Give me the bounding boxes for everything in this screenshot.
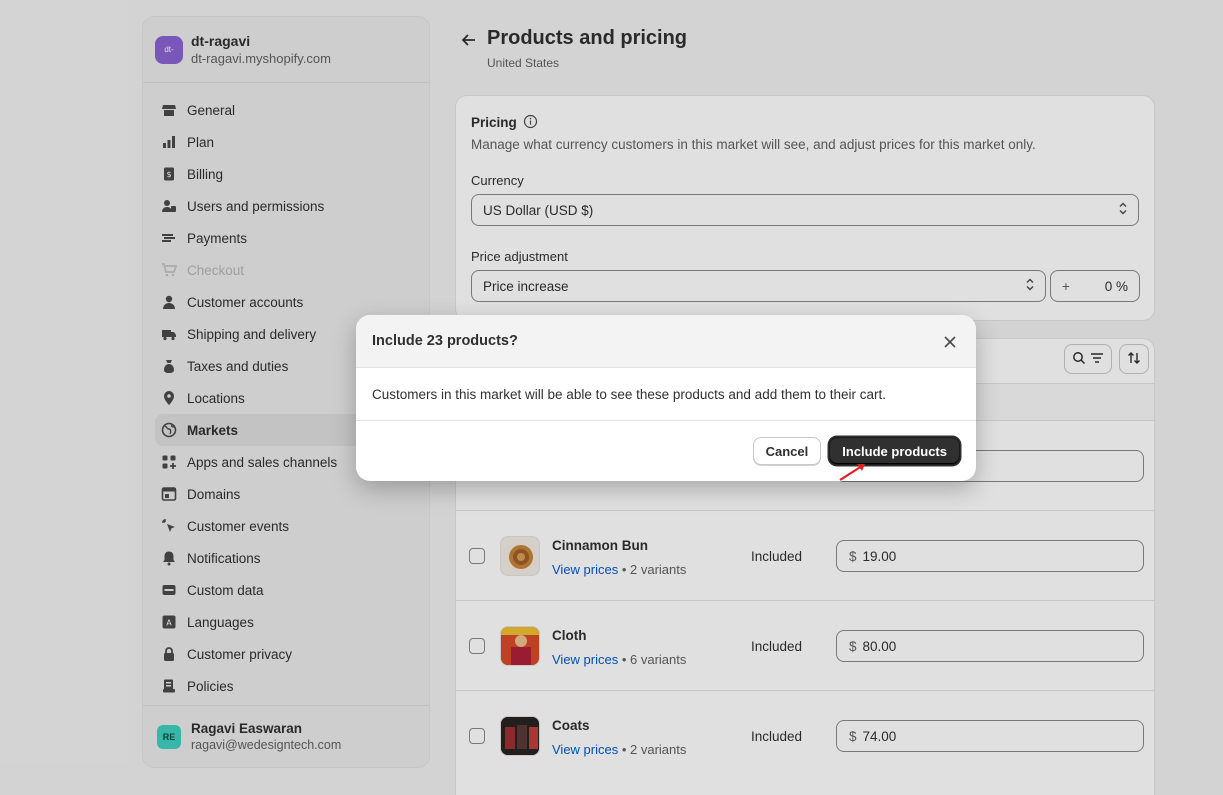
cancel-button[interactable]: Cancel (752, 437, 822, 465)
modal-footer: Cancel Include products (356, 421, 976, 481)
annotation-arrow-icon (838, 461, 870, 486)
modal-body: Customers in this market will be able to… (356, 368, 976, 421)
modal-header: Include 23 products? (356, 315, 976, 368)
modal-title: Include 23 products? (372, 333, 518, 349)
include-products-modal: Include 23 products? Customers in this m… (356, 315, 976, 481)
close-icon[interactable] (940, 332, 960, 352)
